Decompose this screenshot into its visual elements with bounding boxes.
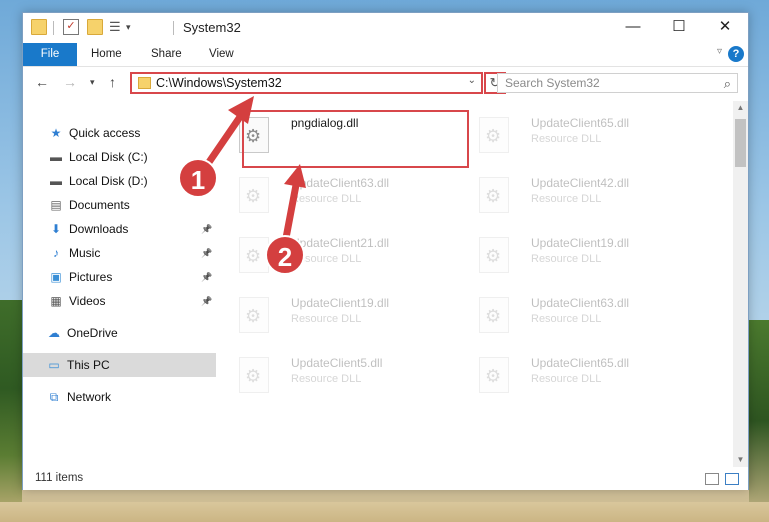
annotation-arrows	[201, 96, 306, 242]
arrow-2-head	[284, 164, 306, 188]
arrow-1-shaft	[201, 110, 246, 172]
step-1-badge: 1	[178, 158, 218, 198]
step-2-badge: 2	[265, 235, 305, 275]
arrow-2-shaft	[282, 181, 300, 242]
